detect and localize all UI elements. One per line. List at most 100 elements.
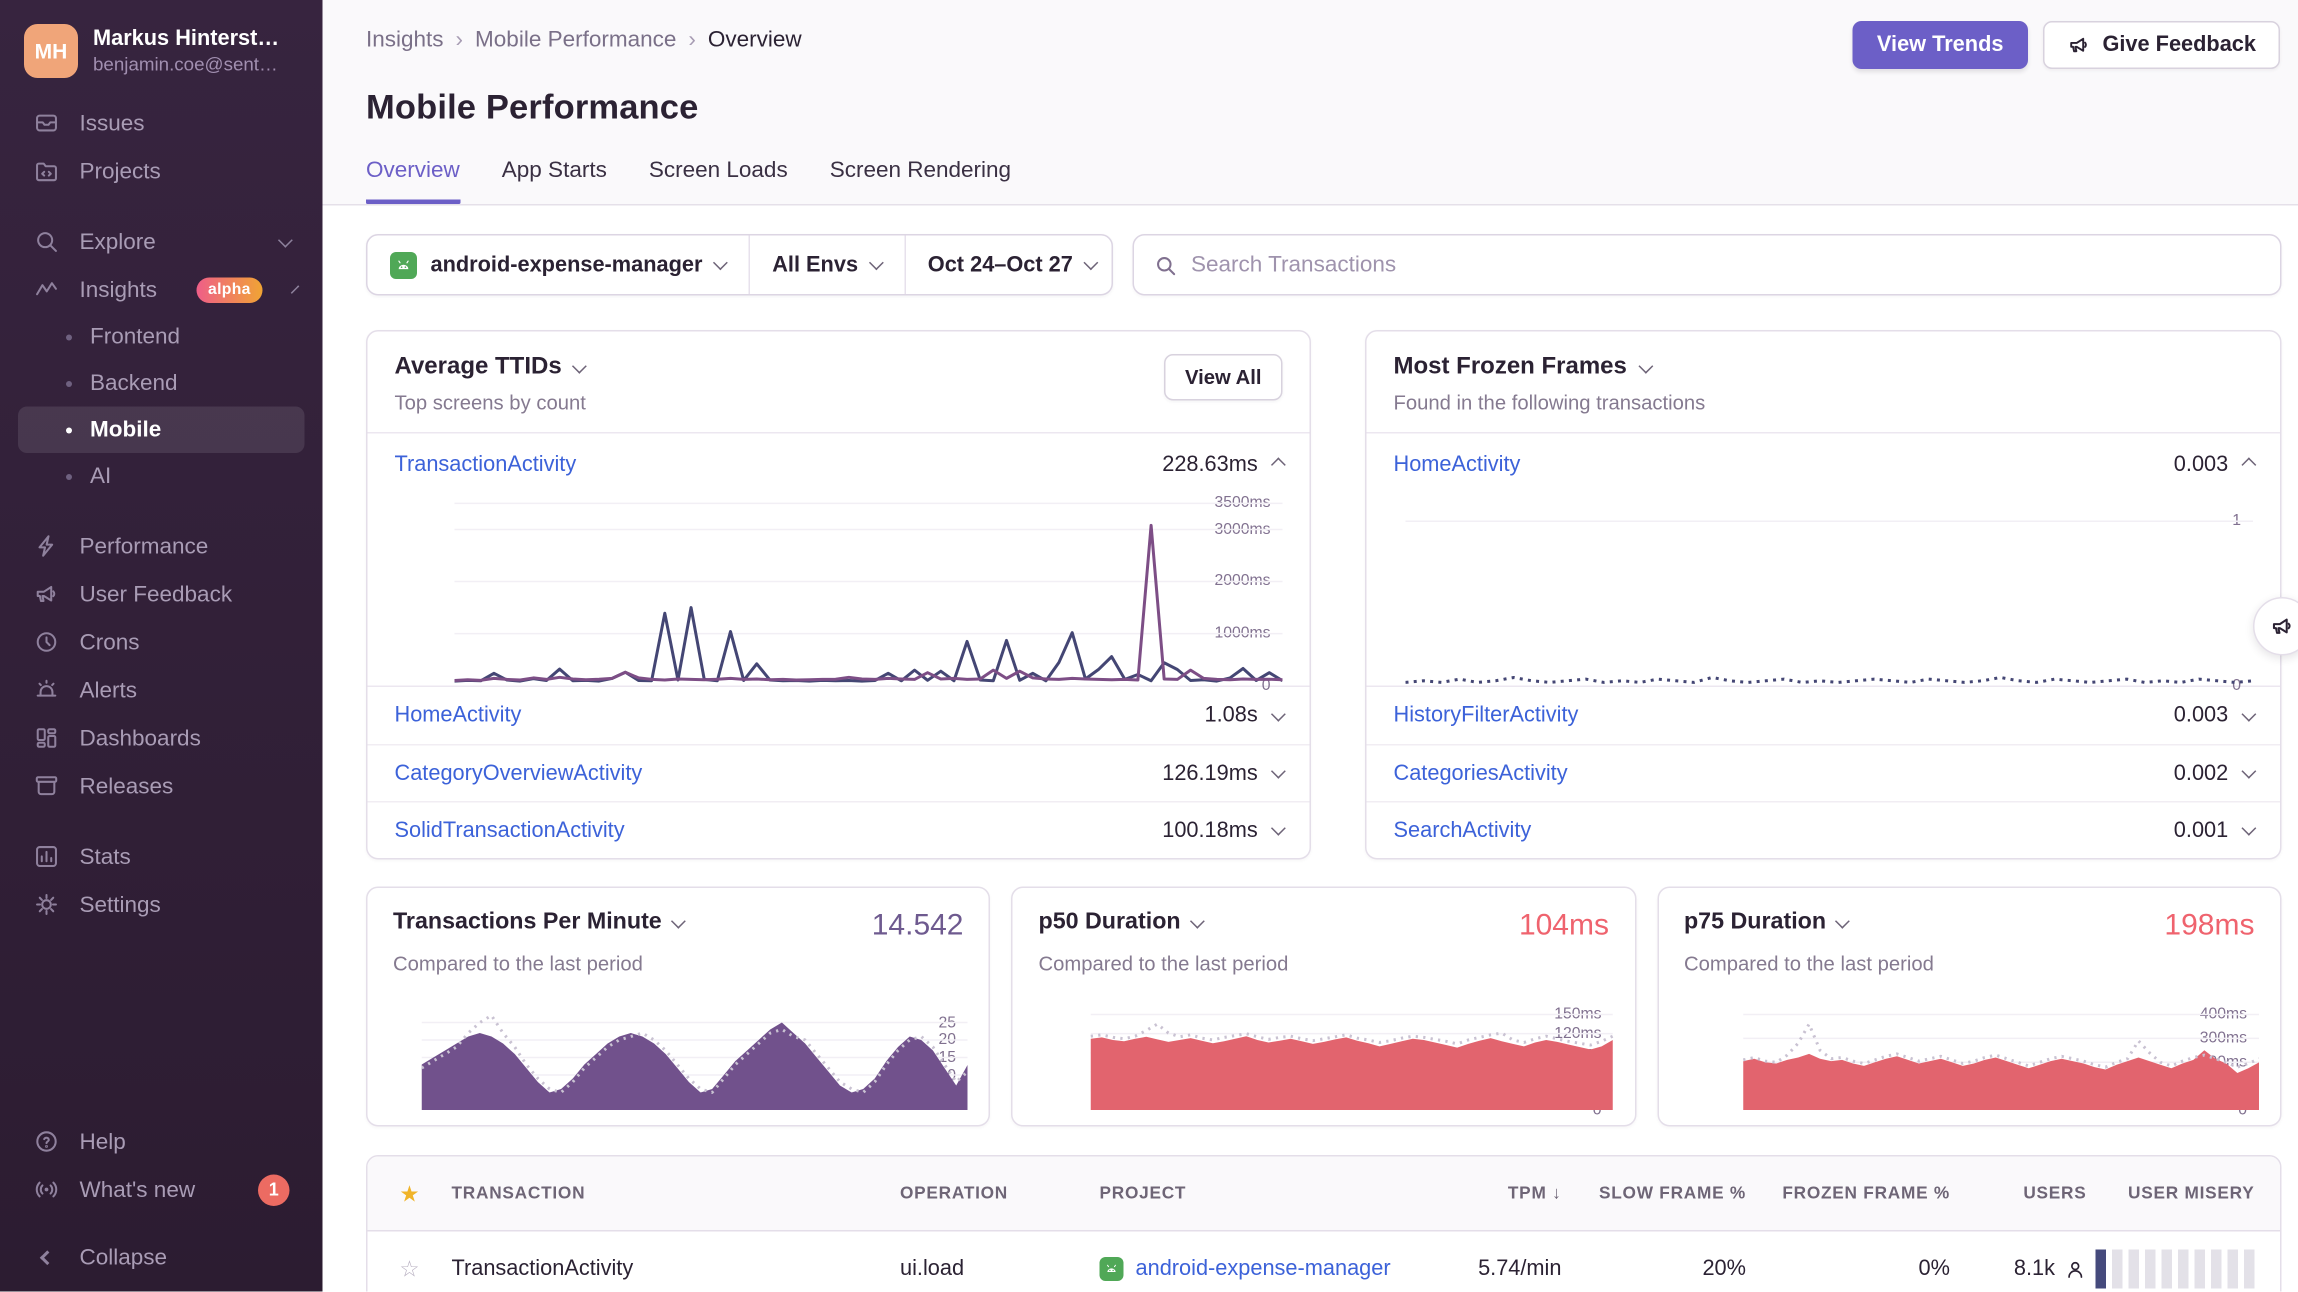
inbox-icon	[33, 110, 60, 137]
transaction-link[interactable]: CategoriesActivity	[1394, 761, 1568, 785]
expanded-row-home-activity[interactable]: HomeActivity 0.003	[1367, 434, 2281, 498]
sidebar-item-settings[interactable]: Settings	[18, 881, 305, 929]
chevron-down-icon	[1271, 764, 1285, 778]
sidebar-item-dashboards[interactable]: Dashboards	[18, 714, 305, 762]
sidebar-item-backend[interactable]: Backend	[18, 360, 305, 407]
project-link[interactable]: android-expense-manager	[1136, 1257, 1391, 1281]
sidebar-item-whats-new[interactable]: What's new 1	[18, 1166, 305, 1214]
star-filled-icon[interactable]: ★	[368, 1180, 452, 1207]
table-row: ☆ TransactionActivity ui.load android-ex…	[368, 1232, 2281, 1292]
dashboard-icon	[33, 725, 60, 752]
transaction-link[interactable]: SearchActivity	[1394, 818, 1532, 842]
col-users[interactable]: USERS	[2023, 1184, 2086, 1202]
metric-value: 1.08s	[1205, 704, 1258, 728]
breadcrumb-separator: ›	[456, 27, 464, 53]
sidebar-item-frontend[interactable]: Frontend	[18, 314, 305, 361]
sidebar-item-performance[interactable]: Performance	[18, 522, 305, 570]
stat-title-row[interactable]: p50 Duration	[1038, 909, 1202, 936]
chevron-down-icon	[672, 913, 686, 927]
tab-overview[interactable]: Overview	[366, 158, 460, 205]
date-range-filter[interactable]: Oct 24–Oct 27	[904, 236, 1119, 295]
transaction-link[interactable]: HomeActivity	[395, 704, 522, 728]
sort-desc-icon: ↓	[1552, 1184, 1561, 1202]
p50-duration-card: p50 Duration 104ms Compared to the last …	[1011, 887, 1635, 1127]
sidebar-item-releases[interactable]: Releases	[18, 762, 305, 810]
panel-title-row[interactable]: Most Frozen Frames	[1394, 354, 1706, 381]
sidebar-item-stats[interactable]: Stats	[18, 833, 305, 881]
metric-value: 100.18ms	[1162, 818, 1258, 842]
project-cell[interactable]: android-expense-manager	[1100, 1257, 1412, 1281]
sidebar-item-alerts[interactable]: Alerts	[18, 666, 305, 714]
tab-app-starts[interactable]: App Starts	[502, 158, 607, 205]
sidebar-item-user-feedback[interactable]: User Feedback	[18, 570, 305, 618]
breadcrumb-insights[interactable]: Insights	[366, 27, 444, 53]
environment-filter[interactable]: All Envs	[748, 236, 904, 295]
panel-title-row[interactable]: Average TTIDs	[395, 354, 586, 381]
transaction-link[interactable]: HistoryFilterActivity	[1394, 704, 1579, 728]
col-tpm-sorted[interactable]: TPM ↓	[1508, 1184, 1562, 1202]
transaction-link[interactable]: CategoryOverviewActivity	[395, 761, 643, 785]
sidebar-item-help[interactable]: Help	[18, 1118, 305, 1166]
col-frozen-frame[interactable]: FROZEN FRAME %	[1782, 1184, 1950, 1202]
sidebar-footer: Help What's new 1 Collapse	[18, 1118, 305, 1283]
bar-chart-icon	[33, 843, 60, 870]
star-outline-icon[interactable]: ☆	[368, 1256, 452, 1283]
sidebar-item-label: Crons	[80, 629, 140, 655]
col-project[interactable]: PROJECT	[1100, 1184, 1412, 1202]
col-transaction[interactable]: TRANSACTION	[452, 1184, 901, 1202]
user-name: Markus Hinterst…	[93, 27, 279, 51]
megaphone-icon	[33, 581, 60, 608]
user-icon	[2064, 1258, 2087, 1281]
chevron-down-icon	[1084, 256, 1098, 270]
user-menu[interactable]: MH Markus Hinterst… benjamin.coe@sent…	[18, 18, 305, 99]
sidebar-item-crons[interactable]: Crons	[18, 618, 305, 666]
sidebar-item-label: Alerts	[80, 677, 138, 703]
stat-subtitle: Compared to the last period	[1013, 953, 1634, 976]
view-trends-button[interactable]: View Trends	[1853, 21, 2028, 69]
sidebar-item-projects[interactable]: Projects	[18, 147, 305, 195]
expanded-row-transaction-activity[interactable]: TransactionActivity 228.63ms	[368, 434, 1310, 498]
row-history-filter-activity[interactable]: HistoryFilterActivity 0.003	[1367, 687, 2281, 744]
search-icon	[1154, 253, 1178, 277]
sidebar-item-label: Explore	[80, 229, 156, 255]
transaction-link[interactable]: HomeActivity	[1394, 454, 1521, 478]
col-operation[interactable]: OPERATION	[900, 1184, 1100, 1202]
users-count: 8.1k	[2014, 1257, 2055, 1281]
row-categories-activity[interactable]: CategoriesActivity 0.002	[1367, 744, 2281, 801]
sidebar-item-ai[interactable]: AI	[18, 453, 305, 500]
tab-screen-rendering[interactable]: Screen Rendering	[830, 158, 1011, 205]
sidebar-collapse-button[interactable]: Collapse	[18, 1232, 305, 1283]
col-user-misery[interactable]: USER MISERY	[2128, 1184, 2254, 1202]
transaction-link[interactable]: TransactionActivity	[452, 1257, 901, 1281]
sidebar-item-label: AI	[90, 464, 111, 490]
stat-title-row[interactable]: p75 Duration	[1684, 909, 1848, 936]
row-search-activity[interactable]: SearchActivity 0.001	[1367, 801, 2281, 858]
transaction-link[interactable]: SolidTransactionActivity	[395, 818, 625, 842]
transaction-link[interactable]: TransactionActivity	[395, 454, 577, 478]
row-home-activity[interactable]: HomeActivity 1.08s	[368, 687, 1310, 744]
row-solid-transaction-activity[interactable]: SolidTransactionActivity 100.18ms	[368, 801, 1310, 858]
sidebar-item-issues[interactable]: Issues	[18, 99, 305, 147]
breadcrumb-mobile-performance[interactable]: Mobile Performance	[475, 27, 676, 53]
bullet-icon	[66, 473, 72, 479]
chevron-down-icon	[1638, 358, 1652, 372]
bullet-icon	[66, 334, 72, 340]
give-feedback-button[interactable]: Give Feedback	[2042, 21, 2280, 69]
row-category-overview-activity[interactable]: CategoryOverviewActivity 126.19ms	[368, 744, 1310, 801]
chevron-down-icon	[278, 232, 292, 246]
android-icon	[390, 251, 417, 278]
project-filter[interactable]: android-expense-manager	[368, 236, 749, 295]
sidebar-item-mobile[interactable]: Mobile	[18, 407, 305, 454]
view-all-button[interactable]: View All	[1164, 354, 1283, 401]
tab-screen-loads[interactable]: Screen Loads	[649, 158, 788, 205]
broadcast-icon	[33, 1177, 60, 1204]
sidebar-item-label: Stats	[80, 844, 131, 870]
chevron-down-icon	[573, 358, 587, 372]
sidebar-item-explore[interactable]: Explore	[18, 218, 305, 266]
search-input[interactable]	[1191, 252, 2261, 278]
panel-subtitle: Top screens by count	[395, 392, 586, 415]
sidebar-item-insights[interactable]: Insights alpha	[18, 266, 305, 314]
chevron-down-icon	[1271, 821, 1285, 835]
col-slow-frame[interactable]: SLOW FRAME %	[1599, 1184, 1746, 1202]
stat-title-row[interactable]: Transactions Per Minute	[393, 909, 684, 936]
